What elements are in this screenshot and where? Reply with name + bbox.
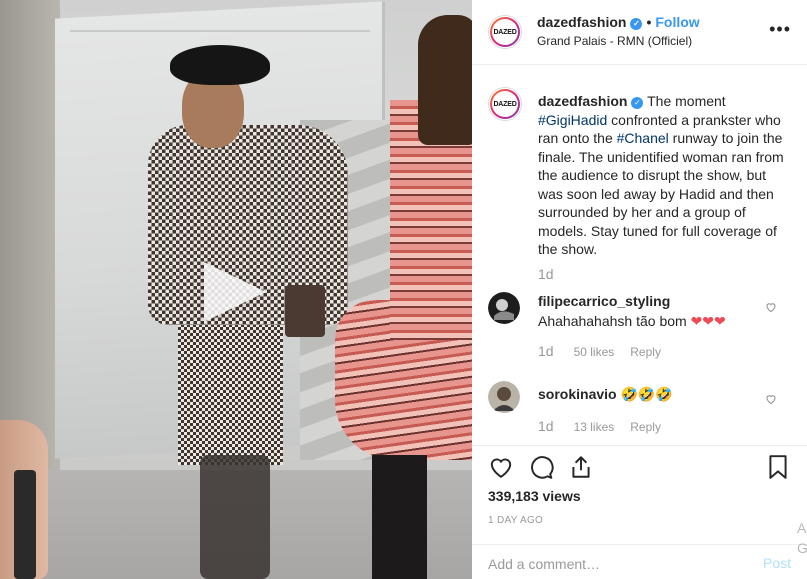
view-count[interactable]: 339,183 views — [488, 488, 581, 504]
play-icon[interactable] — [204, 262, 266, 322]
header-user-row: dazedfashion ✓ • Follow — [537, 14, 700, 30]
comment-likes[interactable]: 50 likes — [574, 345, 615, 359]
heart-emoji-icon: ❤❤❤ — [690, 313, 726, 329]
account-avatar[interactable]: DAZED — [488, 15, 522, 49]
post-video[interactable] — [0, 0, 472, 579]
commenter-avatar[interactable] — [488, 292, 520, 324]
audience-phone — [14, 470, 36, 579]
clipped-edge-text: A G — [797, 520, 807, 556]
comment-likes[interactable]: 13 likes — [574, 420, 615, 434]
avatar-logo-text: DAZED — [493, 28, 517, 36]
post-comment-button[interactable]: Post — [763, 555, 791, 571]
model-hat — [170, 45, 270, 85]
caption-username[interactable]: dazedfashion — [538, 93, 627, 109]
reply-button[interactable]: Reply — [630, 345, 661, 359]
post-location[interactable]: Grand Palais - RMN (Officiel) — [537, 34, 692, 48]
caption-text-1: The moment — [643, 93, 726, 109]
commenter-photo-icon — [488, 381, 520, 413]
model-legs — [200, 455, 270, 579]
comment-text-row: Ahahahahahsh tão bom ❤❤❤ — [538, 312, 778, 330]
add-comment-input[interactable] — [488, 554, 738, 574]
laughing-emoji-icon: 🤣🤣🤣 — [620, 386, 673, 402]
story-ring: DAZED — [490, 17, 520, 47]
commenter-photo-icon — [488, 292, 520, 324]
hashtag-link[interactable]: #Chanel — [617, 130, 669, 146]
comments-section: DAZED dazedfashion ✓ The moment #GigiHadi… — [472, 65, 807, 445]
post-header: DAZED dazedfashion ✓ • Follow Grand Palais … — [472, 0, 807, 65]
comment-meta: 1d 50 likes Reply — [538, 343, 677, 359]
caption-avatar[interactable]: DAZED — [488, 87, 522, 121]
comment-username[interactable]: sorokinavio — [538, 386, 617, 402]
follow-button[interactable]: Follow — [655, 14, 699, 30]
model-handbag — [285, 285, 325, 337]
avatar-inner: DAZED — [492, 91, 518, 117]
share-icon[interactable] — [568, 454, 596, 482]
comment-body: sorokinavio 🤣🤣🤣 — [538, 385, 778, 403]
comment-meta: 1d 13 likes Reply — [538, 418, 677, 434]
like-comment-icon[interactable] — [765, 301, 777, 316]
model-legs-dark — [372, 455, 427, 579]
caption-text-3: runway to join the finale. The unidentif… — [538, 130, 784, 257]
hashtag-link[interactable]: #GigiHadid — [538, 112, 607, 128]
separator-dot: • — [646, 14, 652, 30]
post-actions: 339,183 views 1 DAY AGO Post — [472, 445, 807, 579]
like-comment-icon[interactable] — [765, 393, 777, 408]
commenter-avatar[interactable] — [488, 381, 520, 413]
post-side-panel: DAZED dazedfashion ✓ • Follow Grand Palais … — [472, 0, 807, 579]
avatar-inner: DAZED — [492, 19, 518, 45]
comment-bubble-icon[interactable] — [528, 454, 556, 482]
background-line — [70, 30, 370, 32]
comment-time[interactable]: 1d — [538, 418, 554, 434]
story-ring: DAZED — [490, 89, 520, 119]
post-caption: dazedfashion ✓ The moment #GigiHadid conf… — [538, 92, 788, 259]
verified-badge-icon: ✓ — [630, 18, 643, 30]
comment-text: Ahahahahahsh tão bom — [538, 313, 691, 329]
avatar-logo-text: DAZED — [493, 100, 517, 108]
comment-username[interactable]: filipecarrico_styling — [538, 293, 670, 309]
save-bookmark-icon[interactable] — [765, 454, 793, 482]
add-comment-bar: Post — [472, 544, 807, 579]
caption-timestamp[interactable]: 1d — [538, 266, 554, 282]
verified-badge-icon: ✓ — [631, 97, 644, 109]
post-date[interactable]: 1 DAY AGO — [488, 515, 543, 526]
more-options-icon[interactable]: ••• — [769, 20, 791, 38]
comment-body: filipecarrico_styling — [538, 292, 778, 310]
like-heart-icon[interactable] — [488, 454, 516, 482]
header-username[interactable]: dazedfashion — [537, 14, 626, 30]
reply-button[interactable]: Reply — [630, 420, 661, 434]
model-hair — [418, 15, 472, 145]
comment-time[interactable]: 1d — [538, 343, 554, 359]
